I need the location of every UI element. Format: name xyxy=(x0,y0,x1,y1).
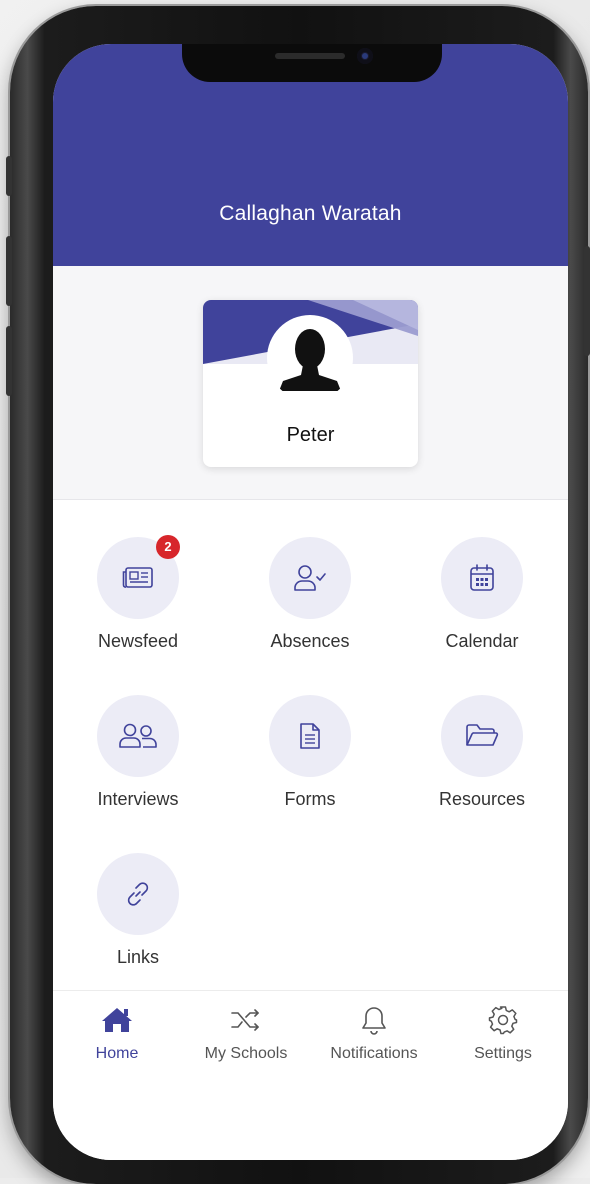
power-button xyxy=(584,246,590,356)
nav-label: Notifications xyxy=(330,1045,418,1062)
app-screen: Callaghan Waratah Peter 2 Newsfeed Absen… xyxy=(53,44,568,1160)
tile-label: Links xyxy=(116,947,160,967)
tile-resources-circle xyxy=(441,695,523,777)
nav-label: Home xyxy=(95,1045,139,1062)
nav-settings[interactable]: Settings xyxy=(439,1003,567,1063)
volume-down-button xyxy=(6,326,12,396)
gear-icon xyxy=(439,1003,567,1037)
newspaper-icon xyxy=(122,567,153,588)
tile-label: Newsfeed xyxy=(97,631,179,651)
nav-label: My Schools xyxy=(204,1045,288,1062)
bell-icon xyxy=(310,1003,438,1037)
person-silhouette-icon xyxy=(279,329,341,391)
tile-absences-circle xyxy=(269,537,351,619)
profile-card[interactable]: Peter xyxy=(203,300,418,467)
tile-newsfeed-circle: 2 xyxy=(97,535,180,619)
document-icon xyxy=(300,723,320,749)
tile-label: Calendar xyxy=(445,631,519,651)
shuffle-icon xyxy=(182,1003,310,1037)
tile-label: Interviews xyxy=(97,789,179,809)
home-icon xyxy=(53,1003,181,1037)
profile-name: Peter xyxy=(286,424,335,446)
notch xyxy=(182,44,442,82)
nav-notifications[interactable]: Notifications xyxy=(310,1003,438,1063)
tile-forms-circle xyxy=(269,695,351,777)
tile-label: Absences xyxy=(270,631,350,651)
avatar xyxy=(267,315,353,401)
nav-home[interactable]: Home xyxy=(53,1003,181,1063)
link-icon xyxy=(127,882,149,906)
nav-my-schools[interactable]: My Schools xyxy=(182,1003,310,1063)
nav-label: Settings xyxy=(474,1045,532,1062)
tile-resources[interactable]: Resources xyxy=(407,695,557,810)
people-icon xyxy=(119,723,157,748)
tile-calendar-circle xyxy=(441,537,523,619)
phone-frame: Callaghan Waratah Peter 2 Newsfeed Absen… xyxy=(6,6,590,1184)
tile-forms[interactable]: Forms xyxy=(235,695,385,810)
mute-switch xyxy=(6,156,12,196)
tile-interviews-circle xyxy=(97,695,179,777)
tile-links[interactable]: Links xyxy=(63,853,213,968)
tile-label: Forms xyxy=(284,789,336,809)
volume-up-button xyxy=(6,236,12,306)
tile-calendar[interactable]: Calendar xyxy=(407,537,557,652)
tile-links-circle xyxy=(97,853,179,935)
tile-label: Resources xyxy=(438,789,526,809)
bottom-nav: Home My Schools Notifications Settings xyxy=(53,990,568,1160)
tile-newsfeed[interactable]: 2 Newsfeed xyxy=(63,535,213,652)
school-title: Callaghan Waratah xyxy=(219,202,402,225)
profile-section: Peter xyxy=(53,266,568,500)
front-camera xyxy=(357,48,373,64)
folder-icon xyxy=(466,724,499,746)
tile-absences[interactable]: Absences xyxy=(235,537,385,652)
tile-interviews[interactable]: Interviews xyxy=(63,695,213,810)
user-check-icon xyxy=(294,565,326,591)
calendar-icon xyxy=(470,564,494,591)
newsfeed-badge: 2 xyxy=(156,535,180,559)
speaker xyxy=(275,53,345,59)
